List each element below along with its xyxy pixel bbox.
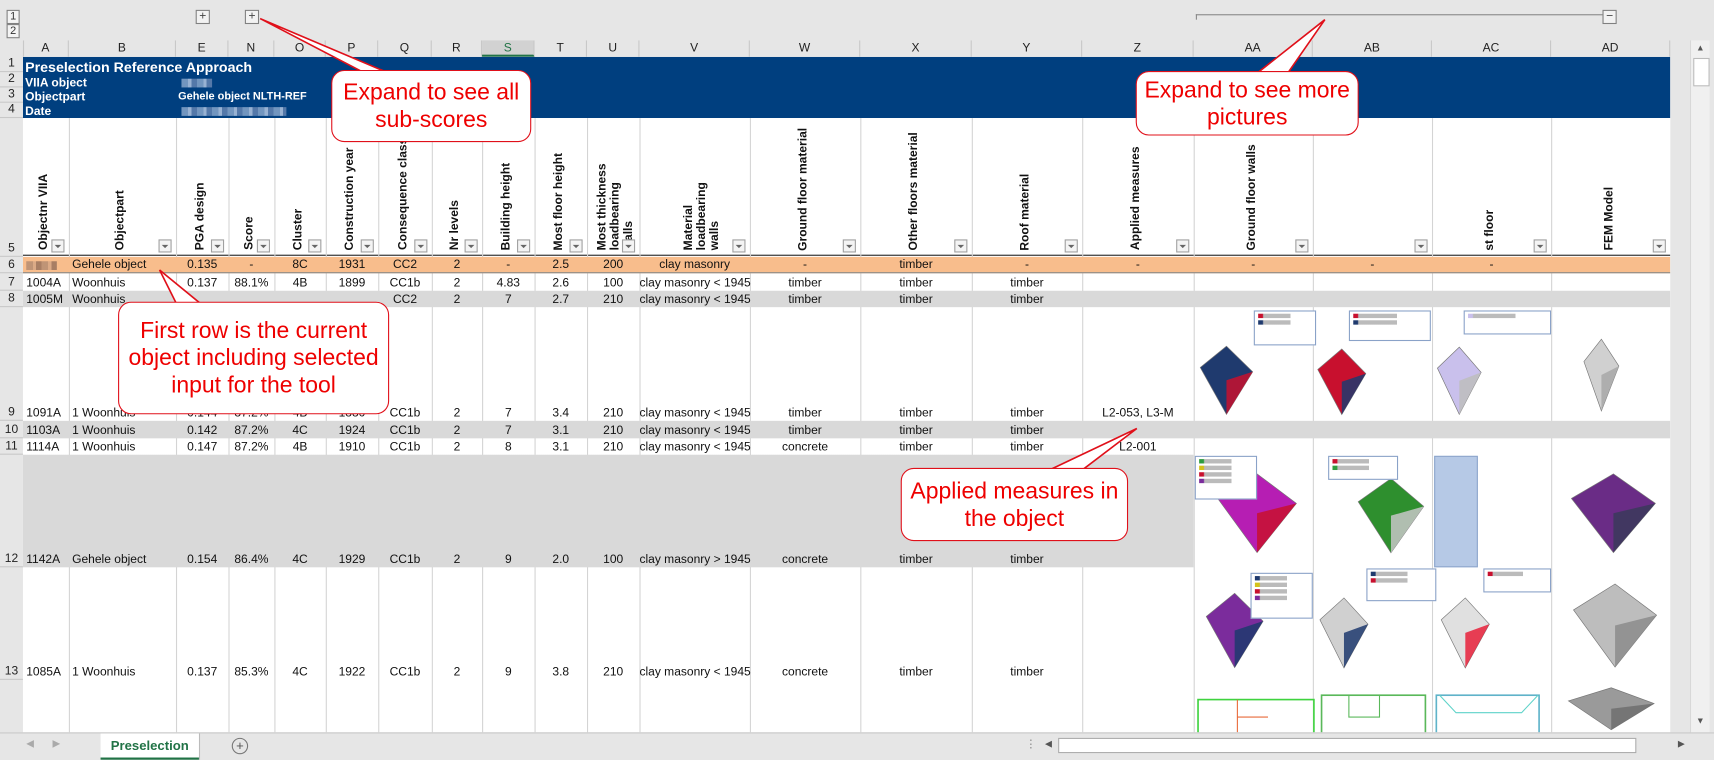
add-sheet-button[interactable]: + [231, 737, 249, 755]
vertical-scrollbar[interactable]: ▲ ▼ [1689, 40, 1710, 735]
prev-sheet-arrow-icon[interactable]: ◀ [26, 738, 34, 750]
tab-splitter-handle[interactable]: ⋮ [1025, 739, 1036, 751]
scroll-up-arrow-icon[interactable]: ▲ [1693, 43, 1707, 56]
callout-expand-subscores: Expand to see all sub-scores [331, 69, 532, 143]
sheet-tab-preselection[interactable]: Preselection [100, 733, 199, 760]
spreadsheet-window: 1 2 + + − A B E N O P Q R S T U V W X Y Z AA AB AC AD 12345… [0, 0, 1714, 760]
vertical-scroll-thumb[interactable] [1693, 57, 1710, 87]
callout-applied-measures: Applied measures in the object [900, 467, 1129, 542]
scroll-left-arrow-icon[interactable]: ◀ [1045, 739, 1056, 752]
scroll-right-arrow-icon[interactable]: ▶ [1678, 739, 1689, 752]
sheet-tab-bar: ◀ ▶ Preselection + ⋮ ◀ ▶ [0, 732, 1714, 760]
next-sheet-arrow-icon[interactable]: ▶ [52, 738, 60, 750]
callout-first-row: First row is the current object includin… [118, 301, 390, 415]
callout-expand-pictures: Expand to see more pictures [1135, 71, 1359, 136]
horizontal-scroll-thumb[interactable] [1058, 737, 1637, 754]
scroll-down-arrow-icon[interactable]: ▼ [1693, 716, 1707, 729]
